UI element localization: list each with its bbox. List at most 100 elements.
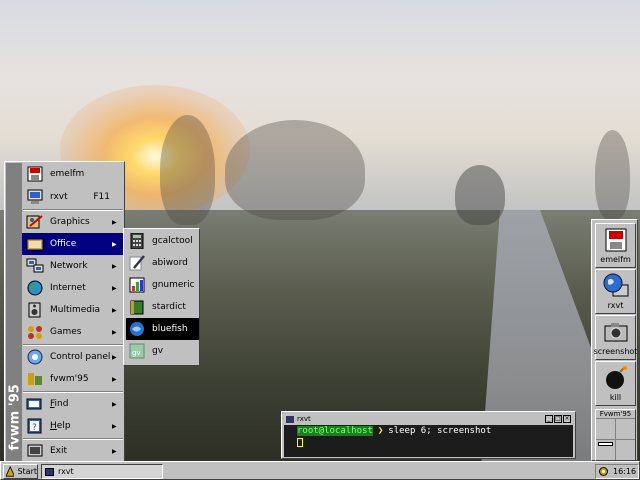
dock-button-emelfm[interactable]: emelfm	[595, 223, 636, 268]
shell-command: sleep 6; screenshot	[388, 426, 492, 436]
wallpaper-tree	[160, 115, 215, 225]
menu-item-help[interactable]: ? Help ▶	[22, 415, 124, 437]
clock[interactable]: 16:16	[613, 467, 636, 476]
menu-item-label: Control panel	[50, 352, 111, 362]
camera-icon	[604, 323, 627, 342]
start-menu-side-banner: fvwm '95	[6, 163, 23, 461]
submenu-arrow-icon: ▶	[112, 262, 117, 270]
submenu-item-label: bluefish	[152, 324, 188, 334]
menu-item-emelfm[interactable]: emelfm	[22, 163, 124, 185]
menu-item-label: fvwm'95	[50, 374, 89, 384]
menu-item-rxvt[interactable]: rxvt F11	[22, 186, 124, 208]
menu-item-office[interactable]: Office ▶	[22, 233, 124, 255]
submenu-item-gcalctool[interactable]: gcalctool	[126, 230, 199, 252]
globe-icon	[27, 280, 43, 296]
menu-item-network[interactable]: Network ▶	[22, 255, 124, 277]
menu-item-label: Network	[50, 261, 88, 271]
menu-item-games[interactable]: Games ▶	[22, 321, 124, 343]
wallpaper-tree	[595, 130, 630, 220]
menu-item-exit[interactable]: Exit ▶	[22, 440, 124, 462]
taskbar-button-rxvt[interactable]: rxvt	[41, 464, 163, 479]
submenu-arrow-icon: ▶	[112, 447, 117, 455]
submenu-item-gnumeric[interactable]: gnumeric	[126, 274, 199, 296]
svg-text:gv: gv	[132, 349, 141, 357]
network-icon	[26, 258, 44, 273]
svg-text:?: ?	[32, 423, 37, 433]
menu-item-label: Find	[50, 399, 69, 409]
prompt-arrow-icon: ❯	[377, 426, 384, 436]
submenu-arrow-icon: ▶	[112, 284, 117, 292]
terminal-area[interactable]: root@localhost ❯ sleep 6; screenshot	[284, 425, 573, 457]
tray-gear-icon[interactable]	[598, 466, 609, 477]
minimize-button[interactable]: _	[545, 415, 553, 423]
start-logo-icon	[6, 466, 15, 477]
window-menu-icon[interactable]	[286, 415, 294, 423]
shell-prompt: root@localhost	[297, 426, 373, 436]
menu-item-internet[interactable]: Internet ▶	[22, 277, 124, 299]
menu-item-mnemonic: H	[50, 421, 57, 431]
bomb-icon	[605, 366, 627, 389]
monitor-icon	[27, 189, 43, 204]
submenu-item-gv[interactable]: gv gv	[126, 340, 199, 362]
menu-item-fvwm95[interactable]: fvwm'95 ▶	[22, 368, 124, 390]
button-dock: emelfm rxvt screenshot kill Fvwm'95	[591, 219, 638, 461]
submenu-item-stardict[interactable]: stardict	[126, 296, 199, 318]
menu-item-control-panel[interactable]: Control panel ▶	[22, 346, 124, 368]
submenu-item-label: abiword	[152, 258, 188, 268]
submenu-arrow-icon: ▶	[112, 422, 117, 430]
dictionary-icon	[130, 300, 144, 315]
pen-icon	[129, 255, 145, 271]
dock-button-rxvt[interactable]: rxvt	[595, 269, 636, 314]
pager-window	[598, 442, 613, 446]
find-icon	[26, 398, 42, 410]
dock-button-screenshot[interactable]: screenshot	[594, 315, 637, 360]
office-submenu: gcalctool abiword gnumeric stardict blue…	[123, 228, 200, 366]
submenu-arrow-icon: ▶	[112, 306, 117, 314]
menu-item-graphics[interactable]: Graphics ▶	[22, 211, 124, 233]
emelfm-icon	[605, 228, 626, 252]
fvwm-icon	[28, 373, 42, 385]
office-icon	[26, 238, 44, 251]
submenu-item-label: gv	[152, 346, 164, 356]
system-tray: 16:16	[595, 464, 639, 479]
submenu-item-label: gnumeric	[152, 280, 195, 290]
dock-button-label: kill	[609, 393, 622, 402]
start-menu: fvwm '95 emelfm rxvt F11 Graphics ▶ Offi…	[4, 161, 125, 463]
rxvt-window[interactable]: rxvt _ □ × root@localhost ❯ sleep 6; scree…	[281, 411, 576, 459]
menu-item-label: Games	[50, 327, 82, 337]
close-button[interactable]: ×	[563, 415, 571, 423]
bluefish-icon	[130, 322, 144, 336]
wallpaper-tree	[455, 165, 505, 225]
menu-item-label: Internet	[50, 283, 86, 293]
submenu-arrow-icon: ▶	[112, 353, 117, 361]
submenu-arrow-icon: ▶	[112, 328, 117, 336]
start-button[interactable]: Start	[3, 464, 38, 479]
globe-monitor-icon	[603, 273, 628, 297]
games-icon	[28, 326, 42, 339]
menu-item-find[interactable]: Find ▶	[22, 393, 124, 415]
wallpaper-tree	[225, 120, 365, 220]
maximize-button[interactable]: □	[554, 415, 562, 423]
window-title: rxvt	[297, 415, 311, 423]
menu-item-shortcut: F11	[93, 192, 110, 202]
menu-item-label: Help	[50, 421, 71, 431]
submenu-item-label: gcalctool	[152, 236, 193, 246]
start-label: Start	[17, 467, 37, 476]
desktop-pager[interactable]: Fvwm'95	[595, 409, 636, 461]
submenu-arrow-icon: ▶	[112, 218, 117, 226]
submenu-item-abiword[interactable]: abiword	[126, 252, 199, 274]
submenu-item-label: stardict	[152, 302, 186, 312]
dock-button-label: rxvt	[607, 301, 624, 310]
calculator-icon	[130, 233, 144, 249]
terminal-cursor	[297, 438, 303, 447]
control-panel-icon	[27, 349, 43, 365]
menu-item-multimedia[interactable]: Multimedia ▶	[22, 299, 124, 321]
rxvt-titlebar[interactable]: rxvt _ □ ×	[284, 414, 573, 424]
dock-button-kill[interactable]: kill	[595, 361, 636, 406]
submenu-arrow-icon: ▶	[112, 400, 117, 408]
pager-grid	[596, 419, 635, 460]
submenu-arrow-icon: ▶	[112, 375, 117, 383]
speaker-icon	[28, 302, 41, 318]
submenu-arrow-icon: ▶	[112, 240, 117, 248]
submenu-item-bluefish[interactable]: bluefish	[126, 318, 199, 340]
